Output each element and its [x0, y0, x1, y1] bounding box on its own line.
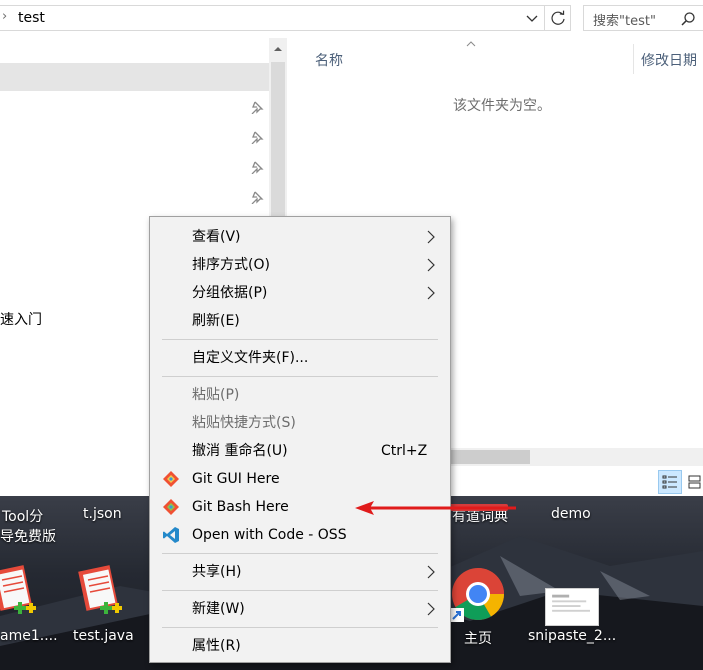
pin-icon[interactable]	[250, 190, 264, 204]
nav-item-selected[interactable]	[0, 63, 269, 91]
search-icon[interactable]	[680, 11, 696, 27]
image-thumbnail-icon	[552, 594, 590, 612]
pin-icon[interactable]	[250, 100, 264, 114]
nav-item-quick-start[interactable]: 速入门	[0, 309, 42, 329]
scroll-up-arrow-icon[interactable]	[269, 42, 287, 56]
menu-item-share[interactable]: 共享(H)	[150, 558, 450, 586]
chevron-right-icon	[427, 258, 435, 272]
address-path[interactable]: test	[18, 9, 45, 27]
menu-item-properties[interactable]: 属性(R)	[150, 632, 450, 660]
menu-item-label: Open with Code - OSS	[192, 527, 347, 543]
address-bar[interactable]: › test	[0, 5, 545, 31]
chevron-right-icon	[427, 602, 435, 616]
details-view-button[interactable]	[658, 470, 682, 494]
menu-item-new[interactable]: 新建(W)	[150, 595, 450, 623]
desktop-item-label[interactable]: t.json	[83, 506, 122, 522]
vscode-icon	[163, 527, 179, 543]
menu-item-group-by[interactable]: 分组依据(P)	[150, 279, 450, 307]
menu-item-paste[interactable]: 粘贴(P)	[150, 381, 450, 409]
menu-separator	[162, 553, 438, 554]
nav-scrollbar-thumb[interactable]	[271, 62, 285, 222]
chevron-down-icon[interactable]	[524, 12, 540, 26]
desktop-item-label[interactable]: ame1....	[0, 628, 58, 644]
desktop-item-label[interactable]: 导免费版	[0, 526, 56, 546]
menu-item-label: 共享(H)	[192, 564, 242, 580]
chevron-right-icon	[427, 565, 435, 579]
pin-icon[interactable]	[250, 130, 264, 144]
menu-item-label: 粘贴(P)	[192, 387, 240, 403]
context-menu: 查看(V) 排序方式(O) 分组依据(P) 刷新(E) 自定义文件夹(F)...…	[149, 216, 451, 663]
large-icons-view-button[interactable]	[686, 470, 703, 494]
menu-item-label: Git Bash Here	[192, 499, 289, 515]
menu-item-shortcut: Ctrl+Z	[381, 443, 428, 459]
menu-item-label: 撤消 重命名(U)	[192, 443, 288, 459]
menu-item-sort-by[interactable]: 排序方式(O)	[150, 251, 450, 279]
refresh-icon	[551, 10, 565, 25]
java-file-icon[interactable]	[0, 562, 38, 622]
menu-item-label: Git GUI Here	[192, 471, 280, 487]
menu-item-customize-folder[interactable]: 自定义文件夹(F)...	[150, 344, 450, 372]
chevron-right-icon	[427, 230, 435, 244]
git-gui-icon	[163, 471, 179, 487]
large-icons-view-icon	[688, 475, 701, 489]
menu-item-label: 排序方式(O)	[192, 257, 270, 273]
menu-item-paste-shortcut[interactable]: 粘贴快捷方式(S)	[150, 409, 450, 437]
menu-item-view[interactable]: 查看(V)	[150, 223, 450, 251]
git-bash-icon	[163, 499, 179, 515]
pin-icon[interactable]	[250, 160, 264, 174]
desktop-item-label[interactable]: snipaste_2...	[528, 628, 616, 644]
column-header-date-modified[interactable]: 修改日期	[641, 50, 697, 70]
refresh-button[interactable]	[545, 5, 571, 31]
annotation-arrow-icon	[355, 501, 516, 515]
breadcrumb-chevron-icon[interactable]: ›	[2, 10, 12, 24]
menu-separator	[162, 590, 438, 591]
desktop-item-label[interactable]: test.java	[73, 628, 134, 644]
menu-item-label: 自定义文件夹(F)...	[192, 350, 309, 366]
java-file-icon[interactable]	[76, 562, 124, 622]
image-file-icon[interactable]	[545, 588, 599, 626]
empty-folder-message: 该文件夹为空。	[453, 98, 551, 114]
menu-item-label: 属性(R)	[192, 638, 241, 654]
menu-item-undo-rename[interactable]: 撤消 重命名(U) Ctrl+Z	[150, 437, 450, 465]
search-placeholder: 搜索"test"	[593, 14, 656, 29]
desktop-item-label[interactable]: Tool分	[2, 506, 43, 526]
details-view-icon	[662, 475, 677, 489]
desktop-item-label[interactable]: demo	[551, 506, 591, 522]
menu-item-refresh[interactable]: 刷新(E)	[150, 307, 450, 335]
sort-ascending-icon	[466, 41, 476, 47]
menu-item-open-with-code[interactable]: Open with Code - OSS	[150, 521, 450, 549]
menu-item-label: 查看(V)	[192, 229, 241, 245]
menu-separator	[162, 339, 438, 340]
menu-item-label: 新建(W)	[192, 601, 245, 617]
menu-separator	[162, 627, 438, 628]
search-input[interactable]: 搜索"test"	[583, 5, 703, 31]
desktop-item-label[interactable]: 主页	[464, 628, 492, 648]
chrome-icon[interactable]	[450, 566, 506, 622]
column-divider[interactable]	[633, 44, 634, 74]
menu-separator	[162, 376, 438, 377]
menu-item-label: 刷新(E)	[192, 313, 240, 329]
menu-item-label: 分组依据(P)	[192, 285, 268, 301]
menu-item-label: 粘贴快捷方式(S)	[192, 415, 296, 431]
menu-item-git-gui[interactable]: Git GUI Here	[150, 465, 450, 493]
chevron-right-icon	[427, 286, 435, 300]
column-header-name[interactable]: 名称	[315, 50, 343, 70]
